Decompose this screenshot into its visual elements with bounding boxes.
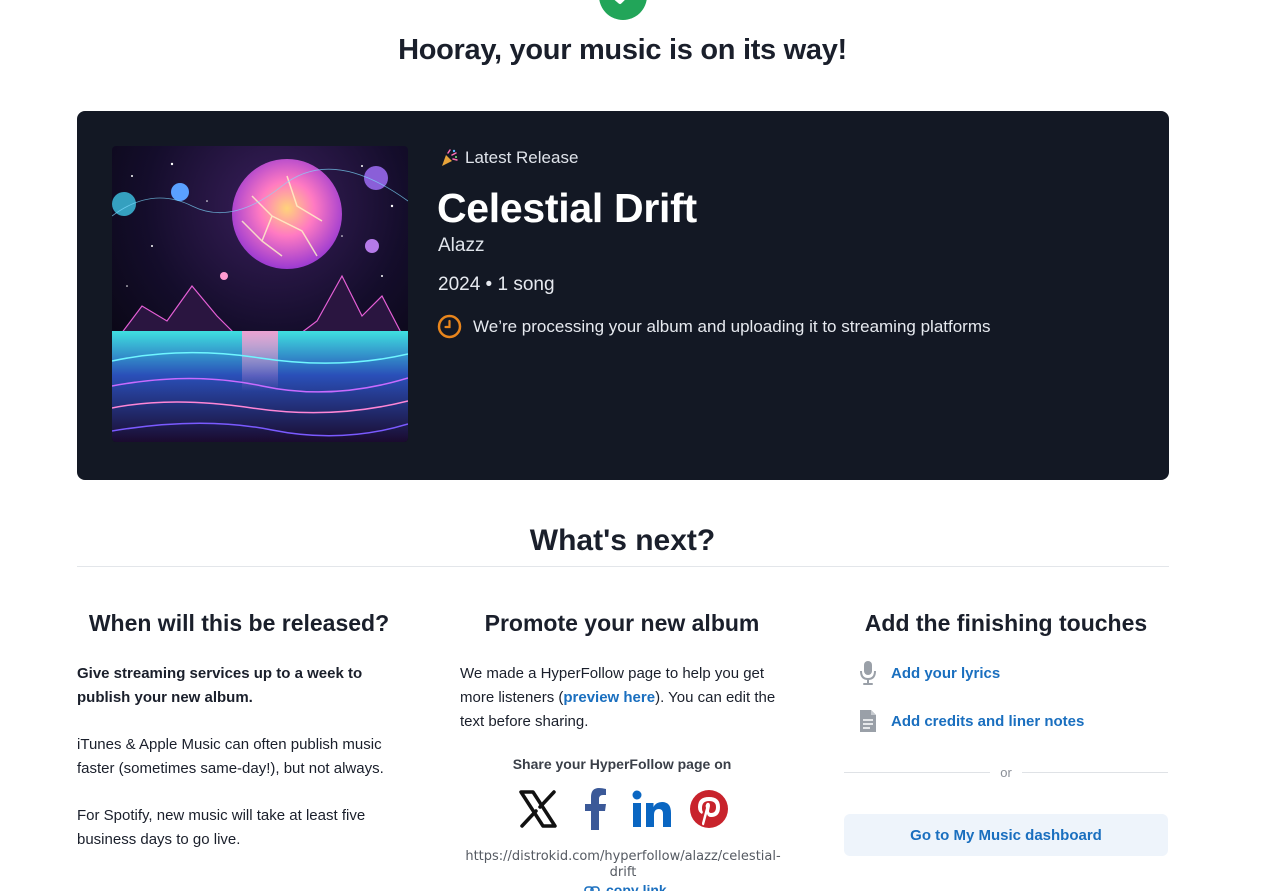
x-icon — [519, 790, 557, 828]
processing-status-text: We’re processing your album and uploadin… — [473, 316, 991, 336]
share-x-button[interactable] — [518, 787, 558, 831]
release-timing-intro: Give streaming services up to a week to … — [77, 665, 363, 706]
add-lyrics-link[interactable]: Add your lyrics — [858, 660, 1000, 686]
go-to-dashboard-button[interactable]: Go to My Music dashboard — [844, 814, 1168, 856]
album-title: Celestial Drift — [437, 185, 697, 231]
microphone-icon — [858, 660, 878, 686]
share-label: Share your HyperFollow page on — [512, 756, 732, 772]
clock-icon — [437, 314, 462, 339]
promote-description: We made a HyperFollow page to help you g… — [460, 662, 790, 734]
copy-link-button[interactable]: copy link — [584, 882, 667, 891]
finishing-touches-heading: Add the finishing touches — [864, 610, 1148, 636]
facebook-icon — [585, 788, 606, 830]
document-icon — [858, 708, 878, 734]
copy-link-label: copy link — [606, 882, 667, 891]
release-meta: 2024 • 1 song — [438, 274, 555, 295]
linkedin-icon — [632, 790, 671, 827]
latest-release-label: Latest Release — [465, 148, 579, 167]
artist-name: Alazz — [438, 235, 485, 256]
add-lyrics-label: Add your lyrics — [891, 664, 1001, 682]
success-check-badge — [599, 0, 647, 20]
promote-heading: Promote your new album — [484, 610, 760, 636]
share-facebook-button[interactable] — [575, 787, 615, 831]
release-timing-spotify: For Spotify, new music will take at leas… — [77, 807, 366, 848]
pinterest-icon — [690, 790, 728, 828]
page-title: Hooray, your music is on its way! — [398, 34, 847, 66]
latest-release-badge: Latest Release — [439, 148, 578, 168]
or-line-left — [844, 772, 991, 773]
preview-link[interactable]: preview here — [563, 689, 655, 706]
add-credits-label: Add credits and liner notes — [891, 712, 1085, 730]
release-card: Latest Release Celestial Drift Alazz 202… — [77, 111, 1169, 480]
release-timing-apple: iTunes & Apple Music can often publish m… — [77, 736, 384, 777]
share-pinterest-button[interactable] — [689, 787, 729, 831]
or-line-right — [1021, 772, 1168, 773]
hyperfollow-url: https://distrokid.com/hyperfollow/alazz/… — [465, 849, 781, 880]
or-label: or — [1000, 765, 1012, 780]
release-timing-heading: When will this be released? — [88, 610, 390, 636]
link-icon — [584, 886, 600, 891]
processing-status: We’re processing your album and uploadin… — [437, 314, 991, 339]
social-share-row — [518, 787, 729, 831]
add-credits-link[interactable]: Add credits and liner notes — [858, 708, 1084, 734]
whats-next-heading: What's next? — [529, 524, 716, 557]
share-linkedin-button[interactable] — [632, 787, 672, 831]
check-icon — [614, 0, 625, 4]
party-popper-icon — [442, 149, 458, 166]
or-divider: or — [844, 765, 1168, 780]
album-cover-art — [112, 146, 408, 442]
section-divider — [77, 566, 1169, 567]
